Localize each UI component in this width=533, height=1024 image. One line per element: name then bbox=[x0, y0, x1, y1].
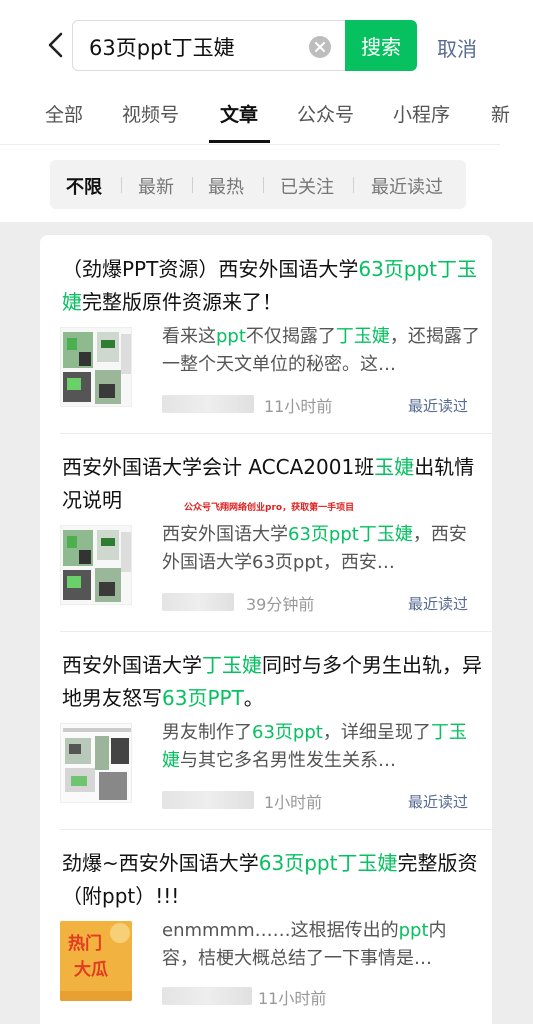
text-fragment: 男友制作了 bbox=[162, 722, 252, 743]
search-button[interactable]: 搜索 bbox=[345, 20, 417, 71]
result-time: 11小时前 bbox=[258, 989, 327, 1008]
text-fragment: 西安外国语大学会计 ACCA2001班 bbox=[62, 455, 375, 479]
source-account-blurred bbox=[162, 791, 254, 809]
result-thumbnail bbox=[60, 327, 132, 407]
tab-all[interactable]: 全部 bbox=[45, 100, 83, 127]
clear-icon[interactable] bbox=[309, 36, 331, 58]
filter-separator bbox=[353, 177, 354, 193]
result-title: （劲爆PPT资源）西安外国语大学63页ppt丁玉婕完整版原件资源来了！ bbox=[62, 253, 482, 319]
recently-read-badge: 最近读过 bbox=[408, 397, 469, 415]
result-time: 39分钟前 bbox=[246, 595, 315, 614]
text-fragment: 西安外国语大学 bbox=[162, 524, 288, 545]
divider bbox=[60, 829, 492, 830]
tabs-divider bbox=[0, 144, 500, 145]
text-fragment: 。 bbox=[243, 686, 264, 710]
result-thumbnail: 热门 大瓜 bbox=[60, 921, 132, 1001]
result-title: 西安外国语大学丁玉婕同时与多个男生出轨，异地男友怒写63页PPT。 bbox=[62, 649, 482, 715]
highlighted-keyword: 丁玉婕 bbox=[335, 326, 390, 347]
text-fragment: 不仅揭露了 bbox=[245, 326, 336, 347]
back-arrow-icon[interactable] bbox=[40, 30, 70, 60]
tab-official-accounts[interactable]: 公众号 bbox=[297, 100, 354, 127]
divider bbox=[60, 631, 492, 632]
recently-read-badge: 最近读过 bbox=[408, 793, 469, 811]
result-description: 西安外国语大学63页ppt丁玉婕，西安外国语大学63页ppt，西安… bbox=[162, 521, 482, 577]
tab-articles[interactable]: 文章 bbox=[220, 100, 258, 127]
result-time: 1小时前 bbox=[264, 793, 323, 812]
filter-latest[interactable]: 最新 bbox=[138, 173, 174, 199]
highlighted-keyword: 63页PPT bbox=[162, 686, 244, 710]
text-fragment: 与其它多名男性发生关系… bbox=[180, 750, 396, 771]
result-description: 男友制作了63页ppt，详细呈现了丁玉婕与其它多名男性发生关系… bbox=[162, 719, 482, 775]
divider bbox=[60, 433, 492, 434]
watermark-text: 公众号飞翔网络创业pro，获取第一手项目 bbox=[184, 503, 355, 513]
thumb-text-melon: 大瓜 bbox=[74, 960, 108, 980]
tab-news[interactable]: 新 bbox=[491, 100, 510, 127]
highlighted-keyword: ppt bbox=[398, 920, 429, 941]
highlighted-keyword: 63页ppt丁玉婕 bbox=[288, 524, 413, 545]
result-description: 看来这ppt不仅揭露了丁玉婕，还揭露了一整个天文单位的秘密。这… bbox=[162, 323, 482, 379]
filter-separator bbox=[263, 177, 264, 193]
highlighted-keyword: ppt bbox=[216, 326, 246, 347]
highlighted-keyword: 丁玉婕 bbox=[202, 653, 262, 677]
source-account-blurred bbox=[162, 593, 234, 611]
result-title: 劲爆~西安外国语大学63页ppt丁玉婕完整版资（附ppt）!!! bbox=[62, 847, 482, 913]
search-input[interactable]: 63页ppt丁玉婕 bbox=[72, 20, 390, 71]
text-fragment: 完整版原件资源来了！ bbox=[82, 290, 282, 314]
text-fragment: 西安外国语大学 bbox=[62, 653, 202, 677]
cancel-button[interactable]: 取消 bbox=[437, 33, 477, 62]
result-time: 11小时前 bbox=[264, 397, 333, 416]
source-account-blurred bbox=[162, 987, 252, 1005]
highlighted-keyword: 63页ppt丁玉婕 bbox=[258, 851, 398, 875]
filter-bar: 不限 最新 最热 已关注 最近读过 bbox=[50, 160, 466, 209]
source-account-blurred bbox=[162, 395, 254, 413]
highlighted-keyword: 玉婕 bbox=[374, 455, 415, 479]
recently-read-badge: 最近读过 bbox=[408, 595, 469, 613]
filter-recently-read[interactable]: 最近读过 bbox=[371, 173, 443, 199]
search-query-text: 63页ppt丁玉婕 bbox=[89, 36, 235, 60]
highlighted-keyword: 63页ppt bbox=[252, 722, 323, 743]
text-fragment: ，详细呈现了 bbox=[322, 722, 431, 743]
filter-separator bbox=[121, 177, 122, 193]
filter-any[interactable]: 不限 bbox=[66, 173, 102, 199]
text-fragment: 劲爆~西安外国语大学 bbox=[62, 851, 259, 875]
filter-hottest[interactable]: 最热 bbox=[208, 173, 244, 199]
text-fragment: 看来这 bbox=[162, 326, 216, 347]
text-fragment: （劲爆PPT资源）西安外国语大学 bbox=[62, 257, 359, 281]
result-thumbnail bbox=[60, 723, 132, 803]
results-card: （劲爆PPT资源）西安外国语大学63页ppt丁玉婕完整版原件资源来了！ 看来这p… bbox=[40, 235, 492, 1024]
category-tabs: 全部 视频号 文章 公众号 小程序 新 bbox=[0, 96, 533, 144]
thumb-text-hot: 热门 bbox=[68, 934, 102, 954]
filter-separator bbox=[192, 177, 193, 193]
tab-channels[interactable]: 视频号 bbox=[122, 100, 179, 127]
active-tab-indicator bbox=[209, 140, 270, 143]
tab-mini-programs[interactable]: 小程序 bbox=[393, 100, 450, 127]
result-thumbnail bbox=[60, 525, 132, 605]
text-fragment: enmmmm……这根据传出的 bbox=[162, 920, 399, 941]
filter-followed[interactable]: 已关注 bbox=[280, 173, 334, 199]
result-description: enmmmm……这根据传出的ppt内容，桔梗大概总结了一下事情是… bbox=[162, 917, 482, 973]
